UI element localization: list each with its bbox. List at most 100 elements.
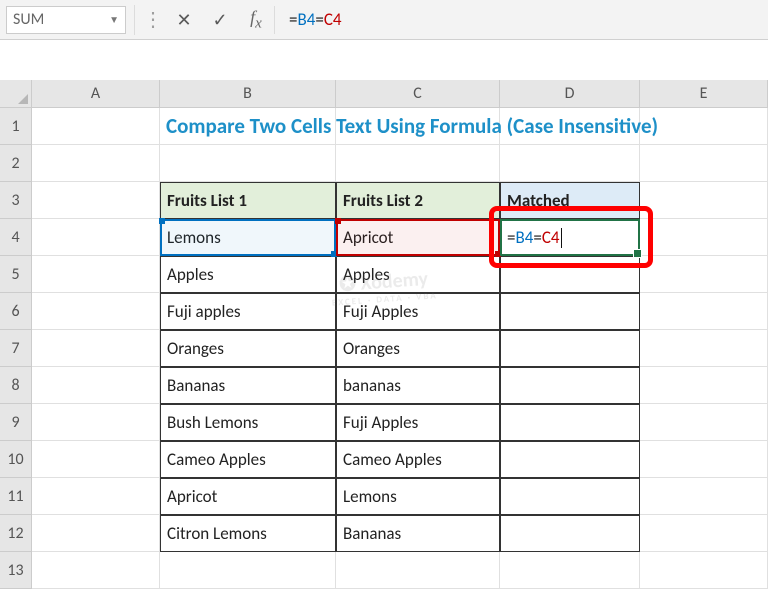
cell-d4[interactable]: =B4=C4 — [500, 219, 640, 256]
check-icon: ✓ — [212, 9, 227, 31]
table-cell[interactable]: bananas — [336, 367, 500, 404]
cell[interactable] — [32, 182, 160, 219]
cell[interactable] — [32, 256, 160, 293]
cell[interactable] — [640, 552, 768, 589]
cell[interactable] — [640, 441, 768, 478]
table-cell[interactable] — [500, 293, 640, 330]
cell[interactable] — [640, 219, 768, 256]
cell[interactable] — [32, 330, 160, 367]
cell[interactable] — [32, 441, 160, 478]
column-headers: A B C D E — [32, 80, 768, 108]
formula-bar-input[interactable]: =B4=C4 — [274, 6, 768, 34]
cell[interactable] — [640, 256, 768, 293]
col-header-a[interactable]: A — [32, 80, 160, 108]
cell[interactable] — [500, 145, 640, 182]
fx-icon: fx — [250, 7, 262, 33]
cell[interactable] — [640, 478, 768, 515]
cancel-button[interactable]: ✕ — [166, 6, 202, 34]
row-header[interactable]: 8 — [0, 367, 32, 404]
cell-b4[interactable]: Lemons — [160, 219, 336, 256]
row-headers: 1 2 3 4 5 6 7 8 9 10 11 12 13 — [0, 108, 32, 589]
cell-formula-text: =B4=C4 — [507, 227, 562, 249]
table-cell[interactable] — [500, 256, 640, 293]
table-cell[interactable]: Citron Lemons — [160, 515, 336, 552]
x-icon: ✕ — [176, 9, 191, 31]
chevron-down-icon[interactable]: ▼ — [109, 13, 119, 26]
row-header[interactable]: 5 — [0, 256, 32, 293]
row-header[interactable]: 7 — [0, 330, 32, 367]
table-cell[interactable]: Apples — [160, 256, 336, 293]
table-cell[interactable] — [500, 367, 640, 404]
cell[interactable] — [32, 367, 160, 404]
table-cell[interactable]: Bananas — [160, 367, 336, 404]
select-all-corner[interactable] — [0, 80, 32, 108]
table-cell[interactable]: Cameo Apples — [336, 441, 500, 478]
title-cell[interactable]: Compare Two Cells Text Using Formula (Ca… — [160, 108, 336, 145]
cell[interactable] — [32, 219, 160, 256]
table-cell[interactable]: Fuji Apples — [336, 293, 500, 330]
table-cell[interactable]: Lemons — [336, 478, 500, 515]
table-cell[interactable]: Bush Lemons — [160, 404, 336, 441]
table-cell[interactable]: Fuji apples — [160, 293, 336, 330]
cell[interactable] — [336, 145, 500, 182]
row-header[interactable]: 11 — [0, 478, 32, 515]
name-box[interactable]: SUM ▼ — [6, 6, 126, 34]
enter-button[interactable]: ✓ — [202, 6, 238, 34]
cell[interactable] — [640, 182, 768, 219]
table-cell[interactable]: Cameo Apples — [160, 441, 336, 478]
row-header[interactable]: 10 — [0, 441, 32, 478]
formula-op: = — [315, 9, 323, 30]
table-cell[interactable] — [500, 441, 640, 478]
table-cell[interactable] — [500, 330, 640, 367]
table-cell[interactable]: Fuji Apples — [336, 404, 500, 441]
cell[interactable] — [32, 293, 160, 330]
cell[interactable] — [160, 145, 336, 182]
row-header[interactable]: 3 — [0, 182, 32, 219]
cell[interactable] — [32, 515, 160, 552]
col-header-c[interactable]: C — [336, 80, 500, 108]
formula-eq: = — [289, 9, 297, 30]
cell[interactable] — [32, 478, 160, 515]
cell[interactable] — [160, 552, 336, 589]
cell[interactable] — [640, 145, 768, 182]
cell[interactable] — [640, 330, 768, 367]
row-header[interactable]: 12 — [0, 515, 32, 552]
row-header[interactable]: 1 — [0, 108, 32, 145]
cell[interactable] — [336, 552, 500, 589]
table-header-matched[interactable]: Matched — [500, 182, 640, 219]
table-cell[interactable]: Oranges — [160, 330, 336, 367]
table-header-list2[interactable]: Fruits List 2 — [336, 182, 500, 219]
row-header[interactable]: 13 — [0, 552, 32, 589]
cell[interactable] — [32, 552, 160, 589]
col-header-b[interactable]: B — [160, 80, 336, 108]
row-header[interactable]: 9 — [0, 404, 32, 441]
cell[interactable] — [32, 145, 160, 182]
cell-c4[interactable]: Apricot — [336, 219, 500, 256]
cell[interactable] — [500, 552, 640, 589]
table-header-list1[interactable]: Fruits List 1 — [160, 182, 336, 219]
cell[interactable] — [32, 404, 160, 441]
col-header-e[interactable]: E — [640, 80, 768, 108]
table-cell[interactable]: Bananas — [336, 515, 500, 552]
name-box-value: SUM — [13, 10, 44, 29]
row-header[interactable]: 4 — [0, 219, 32, 256]
table-cell[interactable]: Apricot — [160, 478, 336, 515]
formula-ref2: C4 — [324, 9, 342, 30]
more-icon: ⋮ — [143, 7, 160, 32]
table-cell[interactable]: Apples — [336, 256, 500, 293]
cell[interactable] — [640, 404, 768, 441]
col-header-d[interactable]: D — [500, 80, 640, 108]
row-header[interactable]: 6 — [0, 293, 32, 330]
table-cell[interactable] — [500, 515, 640, 552]
table-cell[interactable] — [500, 478, 640, 515]
row-header[interactable]: 2 — [0, 145, 32, 182]
cell[interactable] — [640, 293, 768, 330]
table-cell[interactable] — [500, 404, 640, 441]
cell[interactable] — [640, 515, 768, 552]
cell-a1[interactable] — [32, 108, 160, 145]
cell[interactable] — [640, 367, 768, 404]
cell-e1[interactable] — [640, 108, 768, 145]
insert-function-button[interactable]: fx — [238, 6, 274, 34]
table-cell[interactable]: Oranges — [336, 330, 500, 367]
cells-area: Compare Two Cells Text Using Formula (Ca… — [32, 108, 768, 589]
